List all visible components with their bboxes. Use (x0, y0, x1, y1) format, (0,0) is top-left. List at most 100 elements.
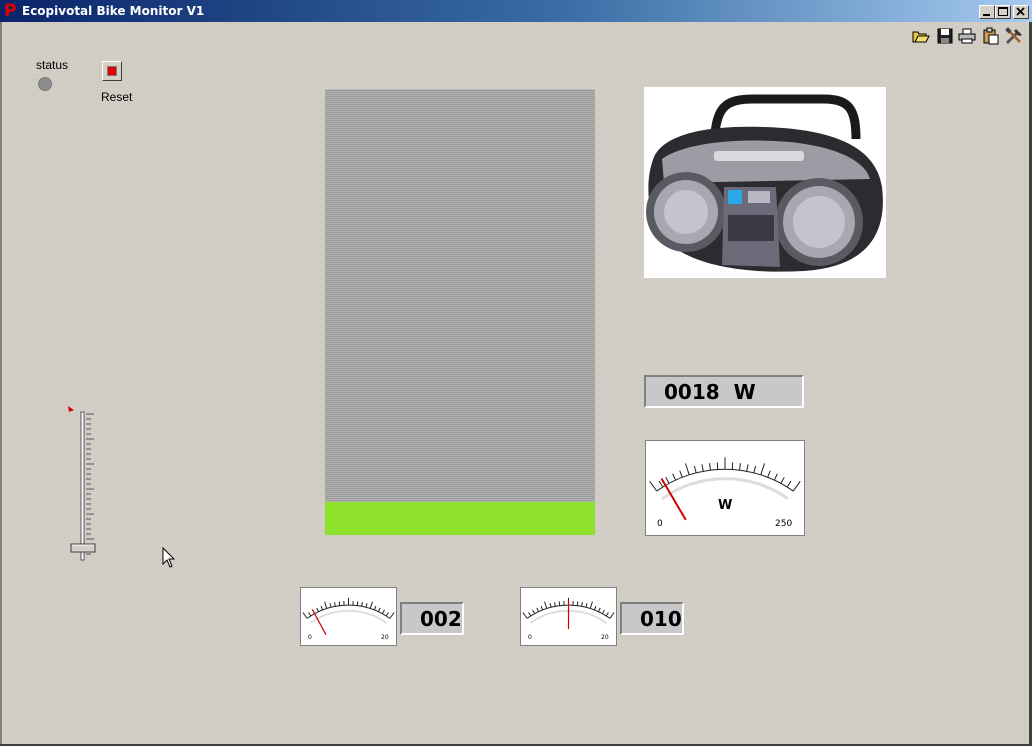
meter-tick (672, 473, 677, 481)
boombox-image (644, 87, 886, 278)
slider-track (68, 406, 96, 561)
meter-tick (658, 480, 664, 488)
meter-tick (581, 602, 583, 607)
save-button[interactable] (935, 26, 955, 46)
small-meter-2-min-label: 0 (528, 634, 532, 641)
mouse-cursor-icon (162, 547, 176, 568)
meter-tick (308, 612, 312, 617)
meter-tick (709, 463, 711, 471)
small-meter-2: 0 20 (520, 587, 617, 646)
meter-tick (316, 607, 319, 612)
meter-needle (660, 477, 687, 521)
meter-tick (679, 470, 683, 478)
resistance-slider[interactable] (60, 404, 110, 564)
meter-tick (773, 473, 778, 481)
meter-tick (338, 601, 341, 606)
meter-tick (549, 603, 552, 608)
power-meter: W 0 250 (645, 440, 805, 536)
meter-tick (329, 603, 332, 608)
meter-tick (528, 612, 532, 617)
maximize-icon (998, 7, 1008, 16)
meter-tick (558, 601, 561, 606)
meter-tick (589, 601, 593, 609)
power-readout-value: 0018 W (664, 380, 756, 404)
meter-tick (381, 609, 385, 614)
meter-tick (361, 602, 363, 607)
meter-tick (601, 609, 605, 614)
meter-tick (598, 607, 601, 612)
tools-icon (1005, 27, 1022, 45)
meter-tick (378, 607, 381, 612)
meter-tick (389, 612, 395, 619)
meter-tick (760, 463, 765, 475)
clipboard-icon (983, 27, 999, 45)
meter-tick (585, 603, 588, 608)
meter-tick (792, 481, 801, 492)
tools-button[interactable] (1004, 26, 1024, 46)
small-meter-2-max-label: 20 (601, 634, 609, 641)
level-tank (325, 89, 595, 535)
tank-fill-level (325, 501, 595, 535)
small-meter-1-max-label: 20 (381, 634, 389, 641)
open-button[interactable] (911, 26, 931, 46)
slider-max-marker (68, 406, 74, 412)
minimize-button[interactable] (979, 5, 995, 19)
save-icon (937, 28, 953, 44)
clipboard-button[interactable] (981, 26, 1001, 46)
meter-tick (532, 609, 536, 614)
reset-label: Reset (101, 90, 133, 104)
meter-tick (786, 480, 792, 488)
meter-tick (320, 605, 324, 611)
meter-tick (544, 601, 548, 609)
meter-tick (609, 612, 615, 619)
minimize-icon (983, 14, 990, 16)
small-meter-1-readout: 002 (400, 602, 464, 635)
open-folder-icon (912, 31, 930, 43)
small-meter-2-readout: 010 (620, 602, 684, 635)
meter-tick (593, 605, 597, 611)
status-label: status (36, 58, 69, 72)
meter-tick (780, 476, 785, 484)
print-button[interactable] (957, 26, 977, 46)
meter-tick (356, 601, 359, 606)
meter-tick (746, 464, 749, 472)
meter-tick (302, 612, 308, 619)
small-meter-2-readout-value: 010 (640, 607, 682, 631)
meter-tick (540, 605, 544, 611)
small-meter-1-readout-value: 002 (420, 607, 462, 631)
power-meter-unit: W (718, 498, 733, 513)
meter-tick (693, 465, 697, 473)
meter-tick (767, 470, 771, 478)
meter-tick (334, 602, 336, 607)
power-meter-max-label: 250 (775, 519, 793, 529)
title-bar[interactable]: P Ecopivotal Bike Monitor V1 (0, 0, 1032, 22)
maximize-button[interactable] (995, 5, 1011, 19)
meter-tick (373, 605, 377, 611)
meter-tick (536, 607, 539, 612)
meter-needle (311, 609, 327, 636)
window-title: Ecopivotal Bike Monitor V1 (22, 4, 205, 18)
reset-indicator (107, 66, 117, 76)
meter-tick (739, 463, 741, 471)
meter-tick (385, 612, 389, 617)
meter-tick (576, 601, 579, 606)
status-led (38, 77, 52, 91)
meter-tick (649, 481, 658, 492)
small-meter-1: 0 20 (300, 587, 397, 646)
meter-tick (522, 612, 528, 619)
meter-tick (324, 601, 328, 609)
slider-thumb[interactable] (70, 543, 96, 553)
meter-tick (685, 463, 690, 475)
reset-button[interactable] (102, 61, 122, 81)
close-icon (1016, 7, 1025, 16)
meter-tick (753, 465, 757, 473)
power-meter-min-label: 0 (657, 519, 663, 529)
small-meter-1-min-label: 0 (308, 634, 312, 641)
meter-tick (701, 464, 704, 472)
meter-tick (365, 603, 368, 608)
power-readout: 0018 W (644, 375, 804, 408)
meter-tick (369, 601, 373, 609)
print-icon (958, 28, 976, 44)
close-button[interactable] (1013, 5, 1029, 19)
app-icon: P (4, 1, 17, 21)
